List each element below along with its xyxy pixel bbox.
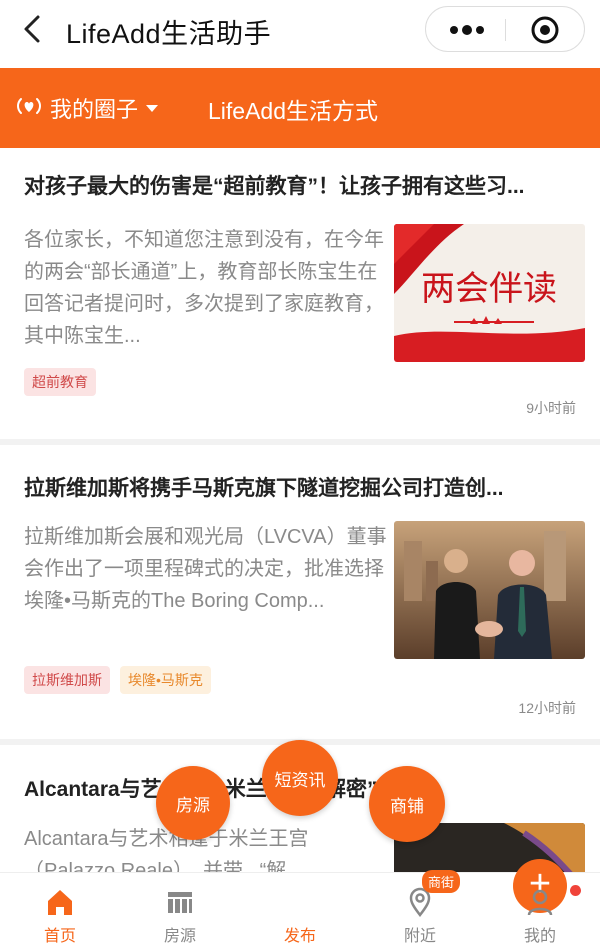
topic-tag[interactable]: 埃隆•马斯克 xyxy=(120,666,211,694)
article-tags: 拉斯维加斯 埃隆•马斯克 xyxy=(24,666,211,694)
close-target-icon[interactable] xyxy=(530,15,560,45)
tab-publish[interactable]: + 发布 xyxy=(240,859,567,950)
article-excerpt: 拉斯维加斯会展和观光局（LVCVA）董事会作出了一项里程碑式的决定，批准选择埃隆… xyxy=(24,526,387,612)
nearby-badge: 商街 xyxy=(422,870,461,893)
tab-mine[interactable]: 我的 xyxy=(480,873,600,950)
tab-home[interactable]: 首页 xyxy=(0,873,120,950)
tab-house[interactable]: 房源 xyxy=(120,873,240,950)
tab-home-label: 首页 xyxy=(43,928,76,945)
article-thumbnail: 两会伴读 xyxy=(394,224,585,362)
person-icon xyxy=(525,887,555,917)
article-card[interactable]: 拉斯维加斯将携手马斯克旗下隧道挖掘公司打造创... 拉斯维加斯会展和观光局（LV… xyxy=(0,445,600,745)
miniprogram-capsule xyxy=(425,6,585,52)
tab-publish-label: 发布 xyxy=(283,928,316,945)
bottom-tab-bar: 首页 房源 + 发布 附近 我的 商街 xyxy=(0,859,600,950)
tab-nearby[interactable]: 附近 xyxy=(360,873,480,950)
nav-bar: LifeAdd生活助手 xyxy=(0,0,600,68)
article-title: 拉斯维加斯将携手马斯克旗下隧道挖掘公司打造创... xyxy=(24,477,504,500)
article-tags: 超前教育 xyxy=(24,368,96,396)
broadcast-heart-icon xyxy=(14,94,44,123)
thumbnail-caption: 两会伴读 xyxy=(421,269,557,309)
fab-shop-button[interactable]: 商铺 xyxy=(369,766,445,842)
tab-house-label: 房源 xyxy=(163,928,196,945)
notification-dot xyxy=(570,885,581,896)
fab-news-button[interactable]: 短资讯 xyxy=(262,740,338,816)
article-thumbnail xyxy=(394,521,585,659)
topic-tag[interactable]: 超前教育 xyxy=(24,368,96,396)
article-excerpt: 各位家长，不知道您注意到没有，在今年的两会“部长通道”上，教育部长陈宝生在回答记… xyxy=(24,229,384,347)
article-time: 9小时前 xyxy=(526,400,576,416)
my-circle-selector[interactable]: 我的圈子 xyxy=(14,90,159,126)
article-card[interactable]: 对孩子最大的伤害是“超前教育”！让孩子拥有这些习... 各位家长，不知道您注意到… xyxy=(0,148,600,445)
fab-shop-label: 商铺 xyxy=(390,796,424,816)
page-title: LifeAdd生活助手 xyxy=(66,19,272,49)
home-icon xyxy=(45,887,75,917)
tab-nearby-label: 附近 xyxy=(403,928,436,945)
tab-mine-label: 我的 xyxy=(523,928,556,945)
house-grid-icon xyxy=(165,887,195,917)
back-arrow-icon[interactable] xyxy=(18,14,48,44)
lifestyle-tab[interactable]: LifeAdd生活方式 xyxy=(208,92,378,126)
topic-tag[interactable]: 拉斯维加斯 xyxy=(24,666,110,694)
dropdown-triangle-icon xyxy=(146,104,159,112)
article-time: 12小时前 xyxy=(518,700,576,716)
capsule-divider xyxy=(505,19,506,41)
circle-header-bar: 我的圈子 LifeAdd生活方式 xyxy=(0,68,600,148)
my-circle-label: 我的圈子 xyxy=(50,97,139,122)
fab-house-button[interactable]: 房源 xyxy=(156,766,230,840)
article-title: 对孩子最大的伤害是“超前教育”！让孩子拥有这些习... xyxy=(24,175,525,198)
fab-house-label: 房源 xyxy=(176,795,210,815)
more-dots-icon[interactable] xyxy=(444,21,490,39)
fab-news-label: 短资讯 xyxy=(274,770,326,790)
